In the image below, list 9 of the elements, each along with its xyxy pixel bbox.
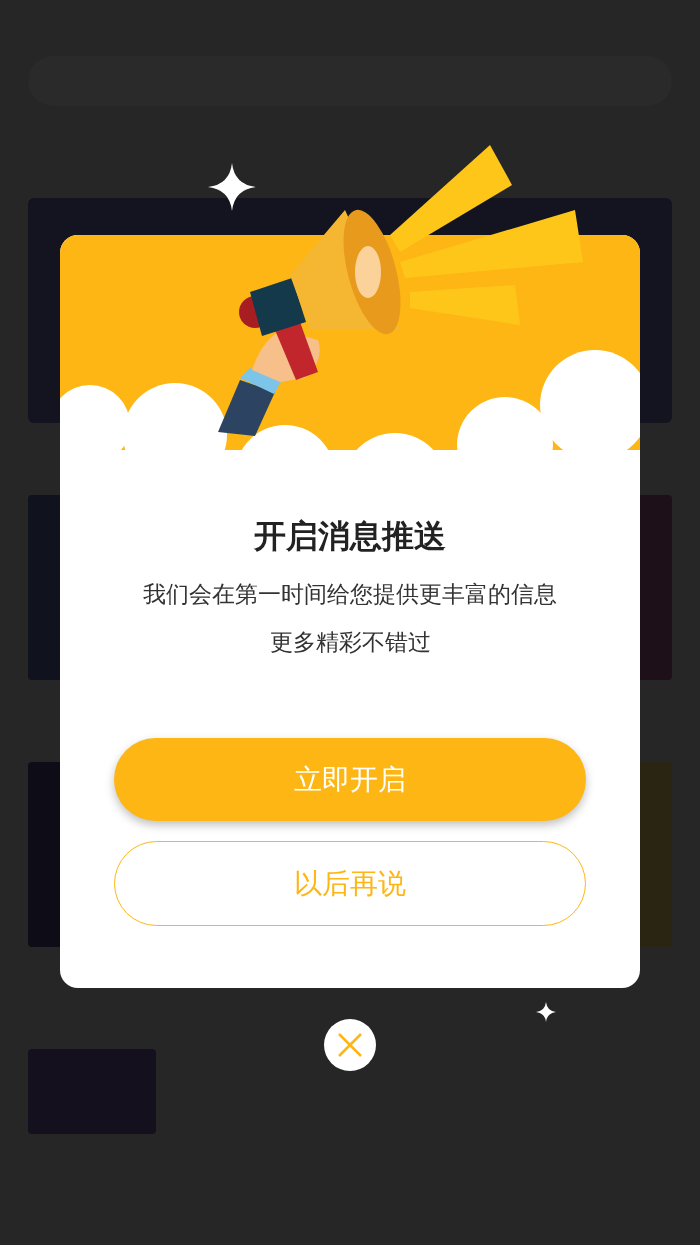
- enable-button[interactable]: 立即开启: [114, 738, 586, 821]
- close-button[interactable]: [324, 1019, 376, 1071]
- dialog-title: 开启消息推送: [254, 520, 446, 552]
- sparkle-icon: [208, 163, 256, 211]
- later-button[interactable]: 以后再说: [114, 841, 586, 926]
- sparkle-icon: [536, 1002, 556, 1022]
- close-icon: [337, 1032, 363, 1058]
- dialog-message: 更多精彩不错过: [269, 628, 431, 657]
- dialog-message: 我们会在第一时间给您提供更丰富的信息: [143, 580, 557, 609]
